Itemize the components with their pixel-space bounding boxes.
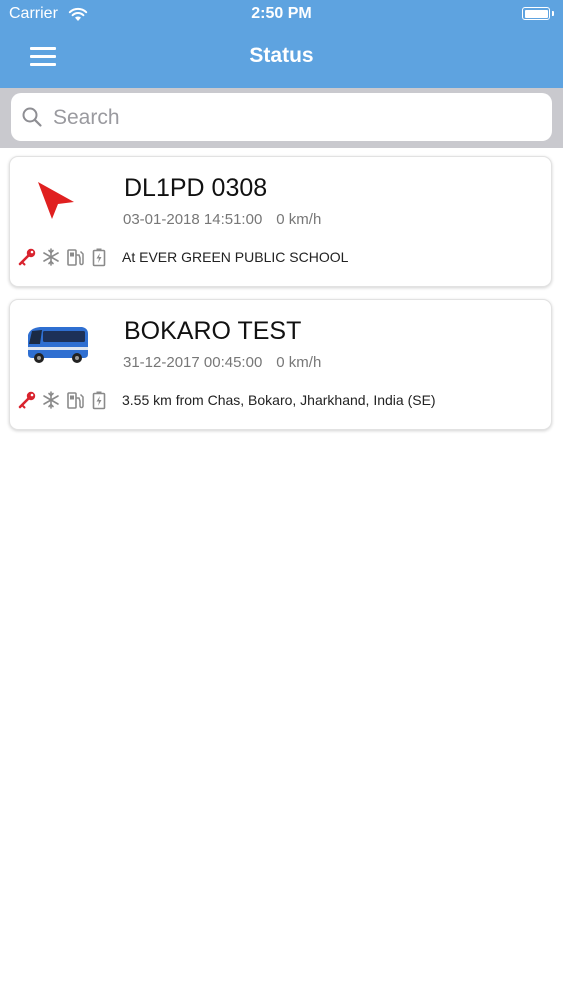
status-indicators [15, 247, 115, 269]
blue-bus-icon [28, 327, 88, 363]
vehicle-name: DL1PD 0308 [124, 174, 268, 202]
ac-snowflake-icon [43, 248, 59, 266]
battery-icon [92, 248, 106, 267]
search-box[interactable] [11, 93, 552, 143]
vehicle-card[interactable]: BOKARO TEST 31-12-2017 00:45:00 0 km/h 3… [9, 299, 552, 430]
search-bar [0, 88, 563, 148]
ignition-key-icon [18, 391, 36, 409]
battery-icon [92, 391, 106, 410]
ignition-key-icon [18, 248, 36, 266]
fuel-pump-icon [67, 392, 84, 409]
vehicle-speed: 0 km/h [276, 354, 322, 371]
red-navigation-arrow-icon [38, 182, 74, 219]
vehicle-location: 3.55 km from Chas, Bokaro, Jharkhand, In… [122, 392, 436, 408]
fuel-pump-icon [67, 249, 84, 266]
battery-status-icon [522, 7, 554, 20]
status-time: 2:50 PM [251, 5, 312, 22]
page-title: Status [249, 44, 314, 67]
ac-snowflake-icon [43, 391, 59, 409]
app-header: Carrier 2:50 PM Status [0, 0, 563, 88]
vehicle-meta: 31-12-2017 00:45:00 0 km/h [123, 354, 321, 371]
vehicle-speed: 0 km/h [276, 211, 322, 228]
status-indicators [15, 390, 115, 412]
vehicle-location: At EVER GREEN PUBLIC SCHOOL [122, 249, 349, 265]
search-icon [22, 107, 42, 127]
vehicle-datetime: 31-12-2017 00:45:00 [123, 354, 263, 371]
vehicle-card[interactable]: DL1PD 0308 03-01-2018 14:51:00 0 km/h At… [9, 156, 552, 287]
vehicle-meta: 03-01-2018 14:51:00 0 km/h [123, 211, 321, 228]
search-input[interactable] [51, 93, 545, 143]
status-bar: Carrier 2:50 PM [0, 0, 563, 30]
vehicle-datetime: 03-01-2018 14:51:00 [123, 211, 263, 228]
vehicle-name: BOKARO TEST [124, 317, 302, 345]
